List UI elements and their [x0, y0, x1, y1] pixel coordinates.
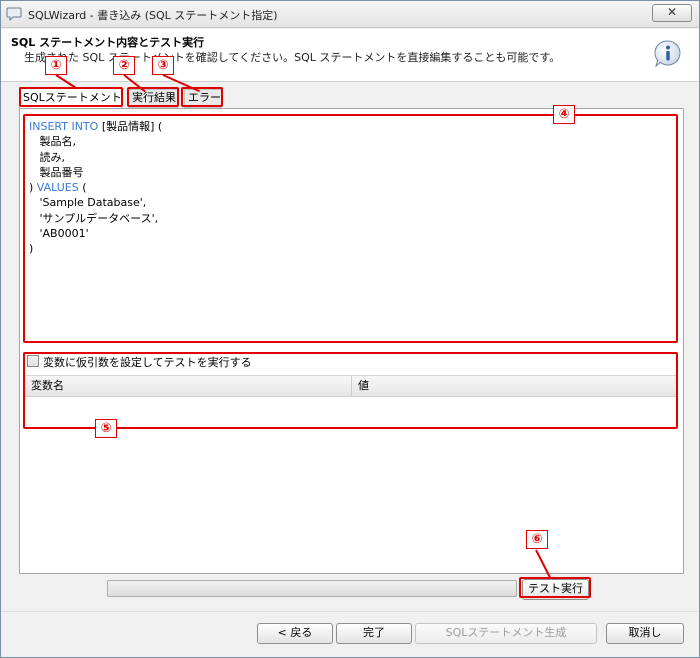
progress-bar: [107, 580, 517, 597]
test-variables-checkbox[interactable]: [27, 355, 39, 367]
back-button[interactable]: < 戻る: [257, 623, 333, 644]
annotation-badge-1: ①: [45, 56, 67, 75]
sql-line: 製品番号: [29, 165, 673, 180]
sql-text: 製品名,: [29, 135, 76, 149]
wizard-window: SQLWizard - 書き込み (SQL ステートメント指定) ✕ SQL ス…: [0, 0, 700, 658]
info-icon: [654, 40, 681, 68]
sql-text: ): [29, 242, 34, 256]
annotation-badge-6: ⑥: [526, 530, 548, 549]
header-description: 生成された SQL ステートメントを確認してください。SQL ステートメントを直…: [24, 51, 561, 64]
sql-text: [製品情報] (: [98, 120, 163, 133]
sql-text: 'サンプルデータベース',: [29, 211, 159, 225]
sql-keyword: VALUES: [36, 181, 79, 195]
cancel-button[interactable]: 取消し: [606, 623, 684, 644]
tab-error[interactable]: エラー: [184, 89, 222, 108]
test-variables-label: 変数に仮引数を設定してテストを実行する: [43, 356, 252, 369]
sql-text: ): [29, 181, 37, 195]
sql-line: 'AB0001': [29, 226, 673, 241]
column-header-value[interactable]: 値: [352, 376, 677, 397]
sql-statement-editor[interactable]: INSERT INTO [製品情報] ( 製品名, 読み, 製品番号) VALU…: [25, 115, 677, 342]
sql-line: ) VALUES (: [29, 180, 673, 195]
sql-line: 'サンプルデータベース',: [29, 211, 673, 226]
sql-text: 製品番号: [29, 165, 84, 179]
sql-text: (: [78, 181, 87, 195]
sql-line: 製品名,: [29, 134, 673, 149]
footer-separator: [1, 611, 699, 612]
sql-text: 'Sample Database',: [29, 196, 147, 210]
generate-sql-button[interactable]: SQLステートメント生成: [415, 623, 597, 644]
annotation-badge-3: ③: [152, 56, 174, 75]
sql-line: 読み,: [29, 150, 673, 165]
variables-grid-body[interactable]: [25, 397, 677, 427]
annotation-badge-5: ⑤: [95, 419, 117, 438]
sql-text: 読み,: [29, 150, 65, 164]
sql-line: ): [29, 241, 673, 256]
wizard-header: SQL ステートメント内容とテスト実行 生成された SQL ステートメントを確認…: [1, 29, 699, 81]
variables-grid-header: 変数名 値: [25, 375, 677, 397]
test-run-button[interactable]: テスト実行: [522, 579, 589, 600]
annotation-badge-2: ②: [113, 56, 135, 75]
sql-text: 'AB0001': [29, 227, 89, 241]
close-button[interactable]: ✕: [652, 4, 692, 22]
title-bar: SQLWizard - 書き込み (SQL ステートメント指定) ✕: [1, 1, 699, 28]
sql-line: INSERT INTO [製品情報] (: [29, 119, 673, 134]
annotation-badge-4: ④: [553, 105, 575, 124]
header-separator: [1, 81, 699, 82]
window-title: SQLWizard - 書き込み (SQL ステートメント指定): [28, 9, 278, 22]
header-title: SQL ステートメント内容とテスト実行: [11, 36, 205, 49]
column-header-variable-name[interactable]: 変数名: [25, 376, 351, 397]
tab-sql-statement[interactable]: SQLステートメント: [19, 87, 122, 108]
sql-line: 'Sample Database',: [29, 195, 673, 210]
tab-execution-result[interactable]: 実行結果: [128, 89, 178, 108]
speech-bubble-icon: [6, 7, 22, 21]
sql-keyword: INSERT INTO: [29, 120, 99, 133]
finish-button[interactable]: 完了: [336, 623, 412, 644]
